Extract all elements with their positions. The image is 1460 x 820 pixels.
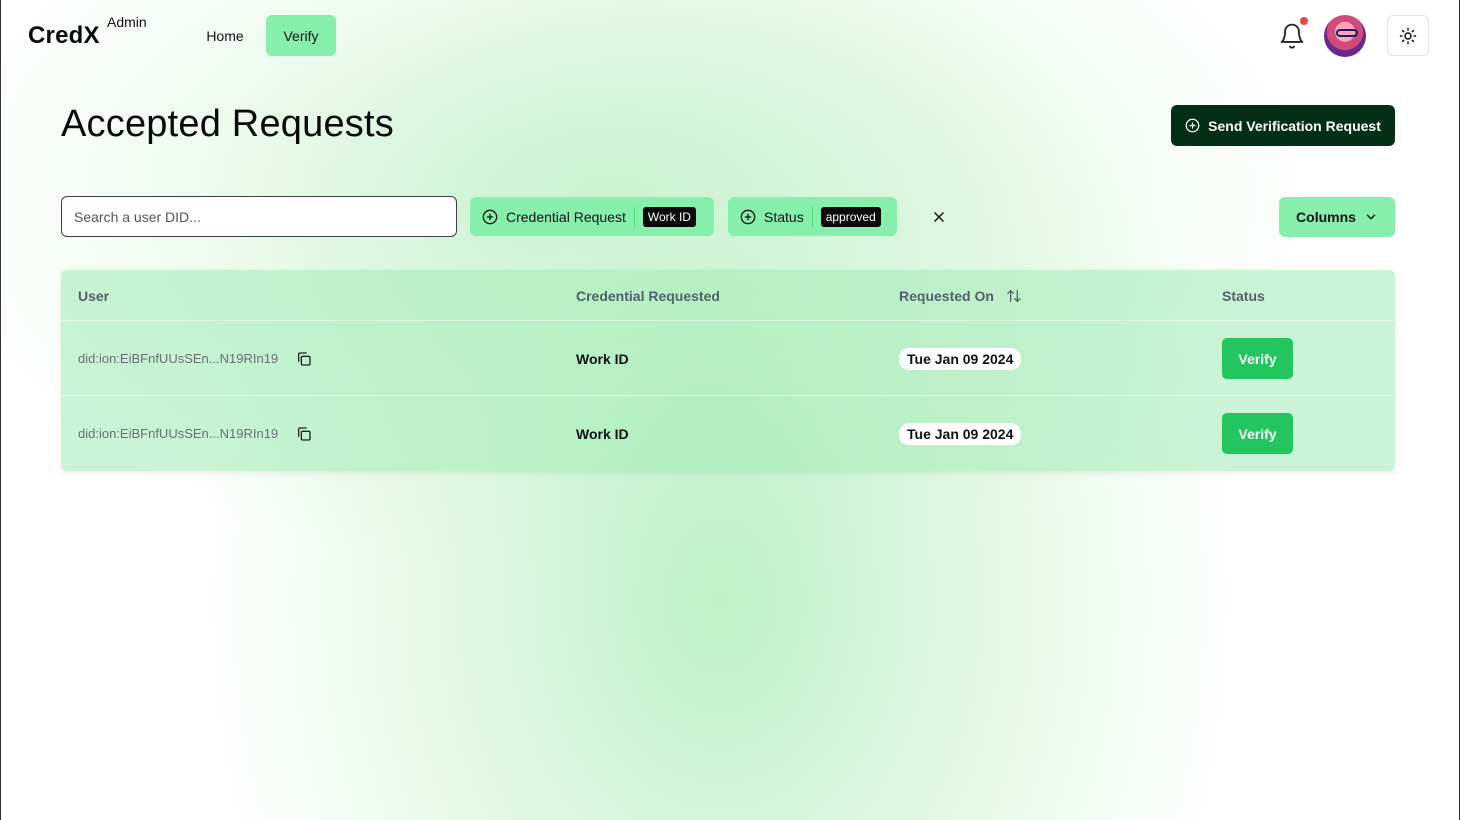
- send-verification-request-button[interactable]: Send Verification Request: [1171, 105, 1395, 146]
- plus-circle-icon: [1185, 118, 1200, 133]
- plus-circle-icon: [740, 209, 756, 224]
- column-header-requested-on[interactable]: Requested On: [899, 288, 1022, 304]
- copy-icon[interactable]: [296, 351, 312, 367]
- clear-filters-button[interactable]: [930, 208, 948, 226]
- date-cell: Tue Jan 09 2024: [899, 321, 1022, 396]
- sun-icon: [1399, 27, 1417, 44]
- requests-table: User Credential Requested Requested On S…: [61, 270, 1395, 471]
- verify-button[interactable]: Verify: [1222, 413, 1293, 454]
- table-row: did:ion:EiBFnfUUsSEn...N19RIn19 Work ID …: [61, 396, 1395, 471]
- status-filter-value: approved: [820, 206, 881, 227]
- user-cell: did:ion:EiBFnfUUsSEn...N19RIn19: [78, 396, 312, 471]
- columns-dropdown-button[interactable]: Columns: [1279, 197, 1395, 237]
- user-did: did:ion:EiBFnfUUsSEn...N19RIn19: [78, 351, 279, 366]
- column-header-credential: Credential Requested: [576, 288, 720, 304]
- brand-logo[interactable]: CredX: [28, 22, 100, 50]
- page-title: Accepted Requests: [61, 103, 394, 145]
- credential-request-filter-label: Credential Request: [506, 208, 626, 225]
- credential-request-filter-value: Work ID: [642, 206, 696, 227]
- table-row: did:ion:EiBFnfUUsSEn...N19RIn19 Work ID …: [61, 321, 1395, 396]
- status-cell: Verify: [1222, 396, 1293, 471]
- search-input[interactable]: [61, 196, 457, 237]
- avatar[interactable]: [1324, 15, 1366, 57]
- copy-icon[interactable]: [296, 426, 312, 442]
- avatar-glasses: [1336, 29, 1358, 37]
- brand-subtitle: Admin: [107, 14, 147, 30]
- sort-icon[interactable]: [1006, 288, 1022, 304]
- date-badge: Tue Jan 09 2024: [899, 347, 1022, 370]
- notification-dot: [1300, 17, 1308, 25]
- status-filter-label: Status: [764, 208, 804, 225]
- chip-divider: [633, 206, 635, 227]
- credential-request-filter[interactable]: Credential Request Work ID: [470, 197, 714, 236]
- nav-home-link[interactable]: Home: [189, 15, 261, 56]
- columns-label: Columns: [1296, 209, 1356, 225]
- theme-toggle-button[interactable]: [1387, 15, 1429, 56]
- user-did: did:ion:EiBFnfUUsSEn...N19RIn19: [78, 426, 279, 441]
- top-nav: CredX Admin Home Verify: [1, 0, 1459, 72]
- date-cell: Tue Jan 09 2024: [899, 396, 1022, 471]
- table-header: User Credential Requested Requested On S…: [61, 270, 1395, 321]
- user-cell: did:ion:EiBFnfUUsSEn...N19RIn19: [78, 321, 312, 396]
- column-header-user: User: [78, 288, 110, 304]
- date-badge: Tue Jan 09 2024: [899, 422, 1022, 445]
- send-verification-request-label: Send Verification Request: [1208, 117, 1381, 134]
- status-cell: Verify: [1222, 321, 1293, 396]
- column-header-status: Status: [1222, 288, 1265, 304]
- chevron-down-icon: [1366, 214, 1376, 220]
- nav-verify-link[interactable]: Verify: [266, 15, 336, 56]
- status-filter[interactable]: Status approved: [728, 197, 897, 236]
- close-icon: [934, 212, 944, 222]
- chip-divider: [811, 206, 813, 227]
- plus-circle-icon: [482, 209, 498, 224]
- credential-cell: Work ID: [576, 425, 629, 442]
- credential-cell: Work ID: [576, 350, 629, 367]
- verify-button[interactable]: Verify: [1222, 338, 1293, 379]
